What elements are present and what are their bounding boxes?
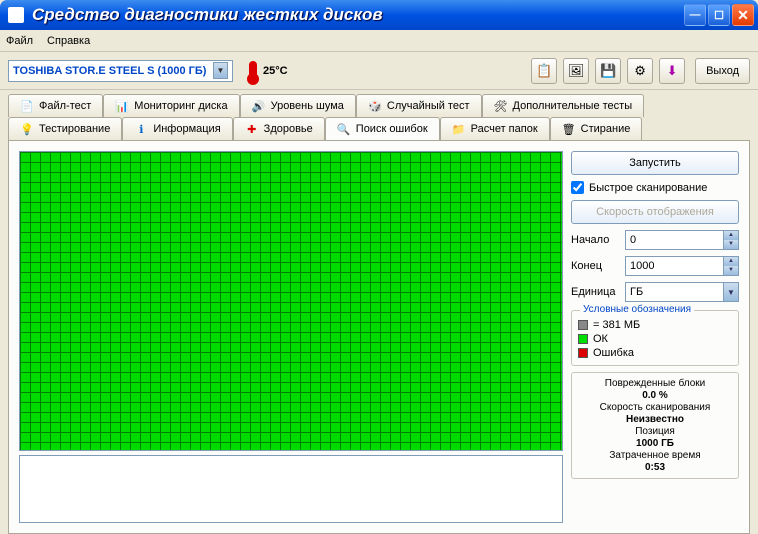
display-speed-button: Скорость отображения [571,200,739,224]
copy-button[interactable]: 📋 [531,58,557,84]
legend: Условные обозначения = 381 МБ ОК Ошибка [571,310,739,366]
maximize-button[interactable]: ☐ [708,4,730,26]
save-button[interactable]: 💾 [595,58,621,84]
trash-icon: 🗑 [562,122,576,136]
tab-health[interactable]: ✚Здоровье [233,117,325,140]
end-input[interactable]: ▲▼ [625,256,739,276]
start-input[interactable]: ▲▼ [625,230,739,250]
chart-icon: 📊 [115,99,129,113]
content: Запустить Быстрое сканирование Скорость … [8,140,750,534]
unit-select[interactable]: ГБ ▼ [625,282,739,302]
tab-file-test[interactable]: 📄Файл-тест [8,94,103,117]
quick-scan-checkbox[interactable]: Быстрое сканирование [571,181,739,194]
run-button[interactable]: Запустить [571,151,739,175]
drive-select[interactable]: TOSHIBA STOR.E STEEL S (1000 ГБ) ▼ [8,60,233,82]
log-area [19,455,563,523]
screenshot-button[interactable]: 🖼 [563,58,589,84]
menu-file[interactable]: Файл [6,35,33,47]
tab-erase[interactable]: 🗑Стирание [550,117,643,140]
info-icon: ℹ [134,122,148,136]
minimize-button[interactable]: — [684,4,706,26]
window-title: Средство диагностики жестких дисков [28,5,684,25]
tab-monitoring[interactable]: 📊Мониторинг диска [103,94,239,117]
folder-icon: 📁 [452,122,466,136]
thermometer-icon [249,61,257,81]
square-icon [578,334,588,344]
tab-errors[interactable]: 🔍Поиск ошибок [325,117,440,140]
temperature-value: 25°C [263,65,288,77]
tab-info[interactable]: ℹИнформация [122,117,232,140]
titlebar: Средство диагностики жестких дисков — ☐ … [0,0,758,30]
spin-down-icon[interactable]: ▼ [723,240,738,249]
tab-folders[interactable]: 📁Расчет папок [440,117,550,140]
file-icon: 📄 [20,99,34,113]
menubar: Файл Справка [0,30,758,52]
square-icon [578,348,588,358]
start-label: Начало [571,234,619,246]
spin-down-icon[interactable]: ▼ [723,266,738,275]
search-icon: 🔍 [337,122,351,136]
unit-label: Единица [571,286,619,298]
app-icon [8,7,24,23]
close-button[interactable]: ✕ [732,4,754,26]
tab-random[interactable]: 🎲Случайный тест [356,94,482,117]
tools-icon: 🛠 [494,99,508,113]
settings-button[interactable]: ⚙ [627,58,653,84]
stats: Поврежденные блоки 0.0 % Скорость сканир… [571,372,739,479]
tab-testing[interactable]: 💡Тестирование [8,117,122,140]
bulb-icon: 💡 [20,122,34,136]
chevron-down-icon: ▼ [213,62,228,79]
end-label: Конец [571,260,619,272]
spin-up-icon[interactable]: ▲ [723,231,738,240]
drive-select-value: TOSHIBA STOR.E STEEL S (1000 ГБ) [13,65,206,77]
block-grid [19,151,563,451]
exit-button[interactable]: Выход [695,58,750,84]
plus-icon: ✚ [245,122,259,136]
spin-up-icon[interactable]: ▲ [723,257,738,266]
square-icon [578,320,588,330]
menu-help[interactable]: Справка [47,35,90,47]
toolbar: TOSHIBA STOR.E STEEL S (1000 ГБ) ▼ 25°C … [0,52,758,90]
temperature: 25°C [249,61,288,81]
tabs-bottom: 💡Тестирование ℹИнформация ✚Здоровье 🔍Пои… [8,117,750,140]
chevron-down-icon: ▼ [723,283,738,301]
tab-noise[interactable]: 🔊Уровень шума [240,94,356,117]
dice-icon: 🎲 [368,99,382,113]
update-button[interactable]: ⬇ [659,58,685,84]
tabs-top: 📄Файл-тест 📊Мониторинг диска 🔊Уровень шу… [8,94,750,117]
speaker-icon: 🔊 [252,99,266,113]
tab-extra[interactable]: 🛠Дополнительные тесты [482,94,645,117]
